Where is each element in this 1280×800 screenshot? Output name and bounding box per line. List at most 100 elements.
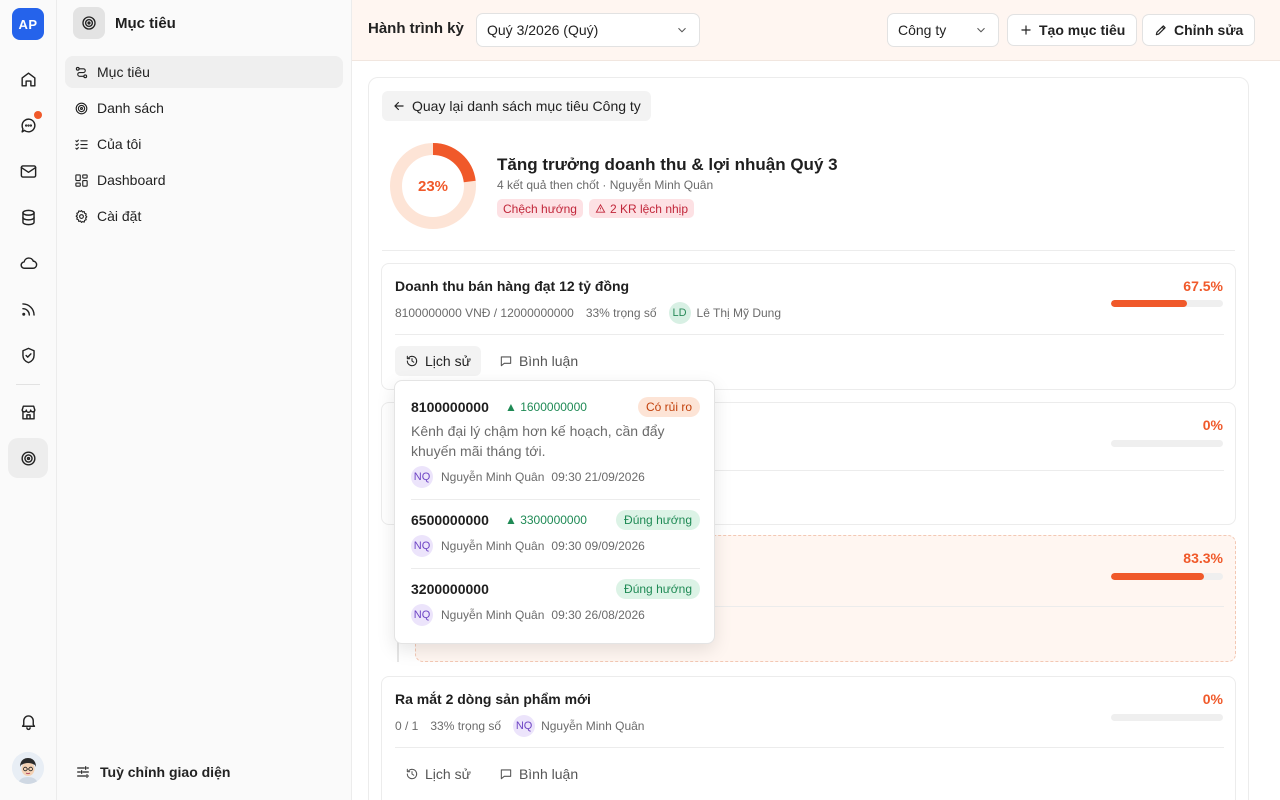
- history-author-name: Nguyễn Minh Quân: [441, 539, 545, 553]
- kr-actions: Lịch sử Bình luận: [395, 346, 588, 376]
- kr-progress-bar: [1111, 714, 1223, 721]
- scope-select[interactable]: Công ty: [887, 13, 999, 47]
- customize-ui-button[interactable]: Tuỳ chỉnh giao diện: [75, 764, 230, 780]
- history-value: 8100000000: [411, 399, 489, 415]
- rail-home[interactable]: [8, 59, 48, 99]
- history-author-name: Nguyễn Minh Quân: [441, 608, 545, 622]
- history-value: 3200000000: [411, 581, 489, 597]
- kr-owner[interactable]: LD Lê Thị Mỹ Dung: [668, 302, 781, 324]
- chevron-down-icon: [977, 27, 985, 33]
- key-result-card[interactable]: Ra mắt 2 dòng sản phẩm mới 0 / 1 33% trọ…: [381, 676, 1236, 800]
- avatar: NQ: [411, 535, 433, 557]
- rail-database[interactable]: [8, 197, 48, 237]
- workspace-logo[interactable]: AP: [12, 8, 44, 40]
- kr-title: Ra mắt 2 dòng sản phẩm mới: [395, 691, 591, 707]
- rail-store[interactable]: [8, 392, 48, 432]
- kr-meta: 0 / 1 33% trọng số NQ Nguyễn Minh Quân: [395, 715, 644, 737]
- kr-progress-bar: [1111, 440, 1223, 447]
- sliders-icon: [77, 766, 89, 778]
- goal-icon: [75, 66, 88, 78]
- kr-progress-label: 83.3%: [1183, 550, 1223, 566]
- kr-weight: 33% trọng số: [585, 306, 657, 320]
- rail-notifications[interactable]: [8, 701, 48, 741]
- sidebar-nav: Mục tiêu Danh sách Của tôi Dashboard Cài…: [65, 56, 343, 236]
- sidebar-item-goals[interactable]: Mục tiêu: [65, 56, 343, 88]
- target-icon: [75, 102, 88, 114]
- avatar-illustration: [12, 752, 44, 784]
- avatar: NQ: [411, 466, 433, 488]
- sidebar-header: Mục tiêu: [73, 7, 176, 39]
- sidebar-item-list[interactable]: Danh sách: [65, 92, 343, 124]
- back-label: Quay lại danh sách mục tiêu Công ty: [412, 98, 641, 114]
- history-delta: ▲ 1600000000: [505, 400, 587, 414]
- history-note: Kênh đại lý chậm hơn kế hoạch, cần đẩy k…: [411, 423, 665, 459]
- kr-divider: [395, 747, 1224, 748]
- sidebar-item-dashboard[interactable]: Dashboard: [65, 164, 343, 196]
- store-icon: [20, 404, 36, 420]
- alert-badge: 2 KR lệch nhịp: [588, 199, 694, 218]
- alert-badge-label: 2 KR lệch nhịp: [609, 201, 688, 216]
- rail-chat[interactable]: [8, 105, 48, 145]
- kr-owner[interactable]: NQ Nguyễn Minh Quân: [513, 715, 644, 737]
- target-icon: [20, 450, 36, 466]
- avatar: NQ: [411, 604, 433, 626]
- create-goal-button[interactable]: Tạo mục tiêu: [1007, 14, 1138, 46]
- rail-rss[interactable]: [8, 289, 48, 329]
- history-label: Lịch sử: [425, 766, 471, 782]
- target-icon: [82, 16, 96, 30]
- plus-icon: [1021, 25, 1031, 35]
- kr-divider: [395, 334, 1224, 335]
- comment-icon: [500, 356, 512, 367]
- kr-weight: 33% trọng số: [430, 719, 502, 733]
- pencil-icon: [1155, 25, 1166, 36]
- history-button[interactable]: Lịch sử: [395, 346, 481, 376]
- rail-divider: [16, 384, 40, 385]
- kr-owner-name: Nguyễn Minh Quân: [541, 719, 645, 733]
- comment-button[interactable]: Bình luận: [489, 346, 588, 376]
- rss-icon: [21, 302, 35, 316]
- objective-title: Tăng trưởng doanh thu & lợi nhuận Quý 3: [497, 155, 838, 174]
- icon-rail: AP: [0, 0, 57, 800]
- kr-value: 0 / 1: [395, 719, 419, 733]
- kr-progress-bar: [1111, 573, 1223, 580]
- history-author-name: Nguyễn Minh Quân: [441, 470, 545, 484]
- kr-progress-label: 0%: [1202, 691, 1223, 707]
- kr-title: Doanh thu bán hàng đạt 12 tỷ đồng: [395, 278, 630, 294]
- sidebar-title: Mục tiêu: [115, 14, 176, 32]
- rail-cloud[interactable]: [8, 243, 48, 283]
- section-divider: [382, 250, 1235, 251]
- database-icon: [21, 209, 35, 225]
- mail-icon: [20, 164, 36, 178]
- edit-button[interactable]: Chỉnh sửa: [1142, 14, 1256, 46]
- chat-icon: [20, 117, 36, 133]
- rail-goals[interactable]: [8, 438, 48, 478]
- history-author: NQ Nguyễn Minh Quân 09:30 09/09/2026: [411, 535, 645, 557]
- history-time: 09:30 09/09/2026: [551, 539, 645, 553]
- sidebar-item-settings[interactable]: Cài đặt: [65, 200, 343, 232]
- history-author: NQ Nguyễn Minh Quân 09:30 21/09/2026: [411, 466, 645, 488]
- history-status: Đúng hướng: [616, 510, 700, 530]
- history-button[interactable]: Lịch sử: [395, 759, 481, 789]
- comment-icon: [500, 769, 512, 780]
- history-icon: [406, 355, 418, 367]
- scope-select-value: Công ty: [898, 22, 947, 38]
- sidebar-item-label: Cài đặt: [97, 208, 142, 224]
- comment-button[interactable]: Bình luận: [489, 759, 588, 789]
- back-to-list-button[interactable]: Quay lại danh sách mục tiêu Công ty: [382, 91, 651, 121]
- kr-progress-label: 67.5%: [1183, 278, 1223, 294]
- comment-label: Bình luận: [518, 353, 579, 369]
- period-label: Hành trình kỳ: [368, 20, 464, 37]
- create-goal-label: Tạo mục tiêu: [1039, 22, 1126, 38]
- sidebar-item-mine[interactable]: Của tôi: [65, 128, 343, 160]
- key-result-card[interactable]: Doanh thu bán hàng đạt 12 tỷ đồng 810000…: [381, 263, 1236, 390]
- period-select[interactable]: Quý 3/2026 (Quý): [476, 13, 700, 47]
- rail-mail[interactable]: [8, 151, 48, 191]
- dashboard-icon: [75, 173, 88, 187]
- rail-security[interactable]: [8, 335, 48, 375]
- kr-meta: 8100000000 VNĐ / 12000000000 33% trọng s…: [395, 302, 781, 324]
- history-status: Có rủi ro: [637, 397, 700, 417]
- topbar: Hành trình kỳ Quý 3/2026 (Quý) Công ty T…: [352, 0, 1280, 61]
- user-avatar[interactable]: [12, 752, 44, 784]
- sidebar-item-label: Dashboard: [97, 172, 166, 188]
- avatar: LD: [668, 302, 691, 324]
